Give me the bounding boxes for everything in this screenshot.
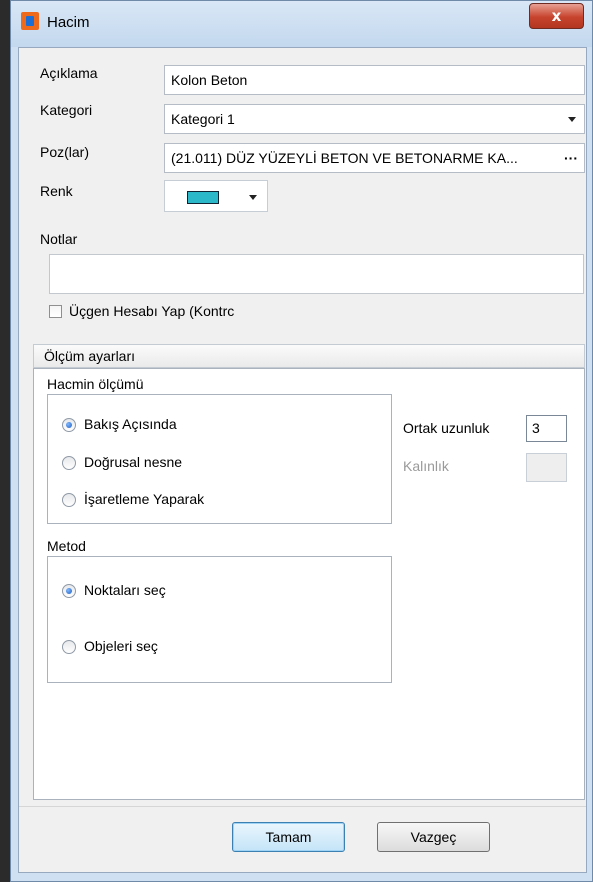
aciklama-label: Açıklama — [40, 65, 98, 81]
kalinlik-label: Kalınlık — [403, 458, 449, 474]
metod-group — [47, 556, 392, 683]
poz-label: Poz(lar) — [40, 144, 90, 160]
radio-noktalari-label: Noktaları seç — [84, 582, 166, 598]
window-title: Hacim — [47, 14, 90, 31]
radio-objeleri-label: Objeleri seç — [84, 638, 158, 654]
app-icon — [21, 12, 39, 30]
ok-button[interactable]: Tamam — [232, 822, 345, 852]
ucgen-checkbox-row[interactable]: Üçgen Hesabı Yap (Kontrc — [49, 303, 274, 321]
kategori-label: Kategori — [40, 102, 93, 118]
close-button[interactable]: x — [529, 3, 584, 29]
ucgen-label: Üçgen Hesabı Yap (Kontrc — [69, 303, 235, 319]
kategori-value: Kategori 1 — [171, 111, 235, 127]
radio-button[interactable] — [62, 456, 76, 470]
color-swatch — [187, 191, 219, 204]
renk-label: Renk — [40, 183, 73, 199]
hacmin-label: Hacmin ölçümü — [47, 376, 144, 392]
dialog-window: Hacim x Açıklama Kolon Beton Kategori Ka… — [10, 0, 593, 882]
browse-button[interactable]: ··· — [564, 144, 578, 172]
notes-textarea[interactable] — [49, 254, 584, 294]
chevron-down-icon — [249, 195, 257, 200]
aciklama-input[interactable]: Kolon Beton — [164, 65, 585, 95]
poz-field[interactable]: (21.011) DÜZ YÜZEYLİ BETON VE BETONARME … — [164, 143, 585, 173]
radio-button[interactable] — [62, 640, 76, 654]
radio-dogrusal-label: Doğrusal nesne — [84, 454, 183, 470]
color-picker[interactable] — [164, 180, 268, 212]
poz-value: (21.011) DÜZ YÜZEYLİ BETON VE BETONARME … — [171, 150, 518, 166]
notlar-label: Notlar — [40, 231, 78, 247]
radio-bakis-label: Bakış Açısında — [84, 416, 177, 432]
olcum-group-header: Ölçüm ayarları — [33, 344, 585, 368]
footer-divider — [19, 806, 586, 807]
ortak-uzunluk-label: Ortak uzunluk — [403, 420, 490, 436]
radio-button-selected[interactable] — [62, 418, 76, 432]
kategori-select[interactable]: Kategori 1 — [164, 104, 585, 134]
ortak-uzunluk-input[interactable]: 3 — [526, 415, 567, 442]
cancel-button[interactable]: Vazgeç — [377, 822, 490, 852]
radio-button[interactable] — [62, 493, 76, 507]
radio-isaretleme-label: İşaretleme Yaparak — [84, 491, 205, 507]
radio-button-selected[interactable] — [62, 584, 76, 598]
dialog-client: Açıklama Kolon Beton Kategori Kategori 1… — [18, 47, 587, 873]
metod-label: Metod — [47, 538, 86, 554]
chevron-down-icon — [568, 117, 576, 122]
title-bar[interactable]: Hacim x — [11, 1, 592, 47]
ucgen-checkbox[interactable] — [49, 305, 62, 318]
kalinlik-input — [526, 453, 567, 482]
